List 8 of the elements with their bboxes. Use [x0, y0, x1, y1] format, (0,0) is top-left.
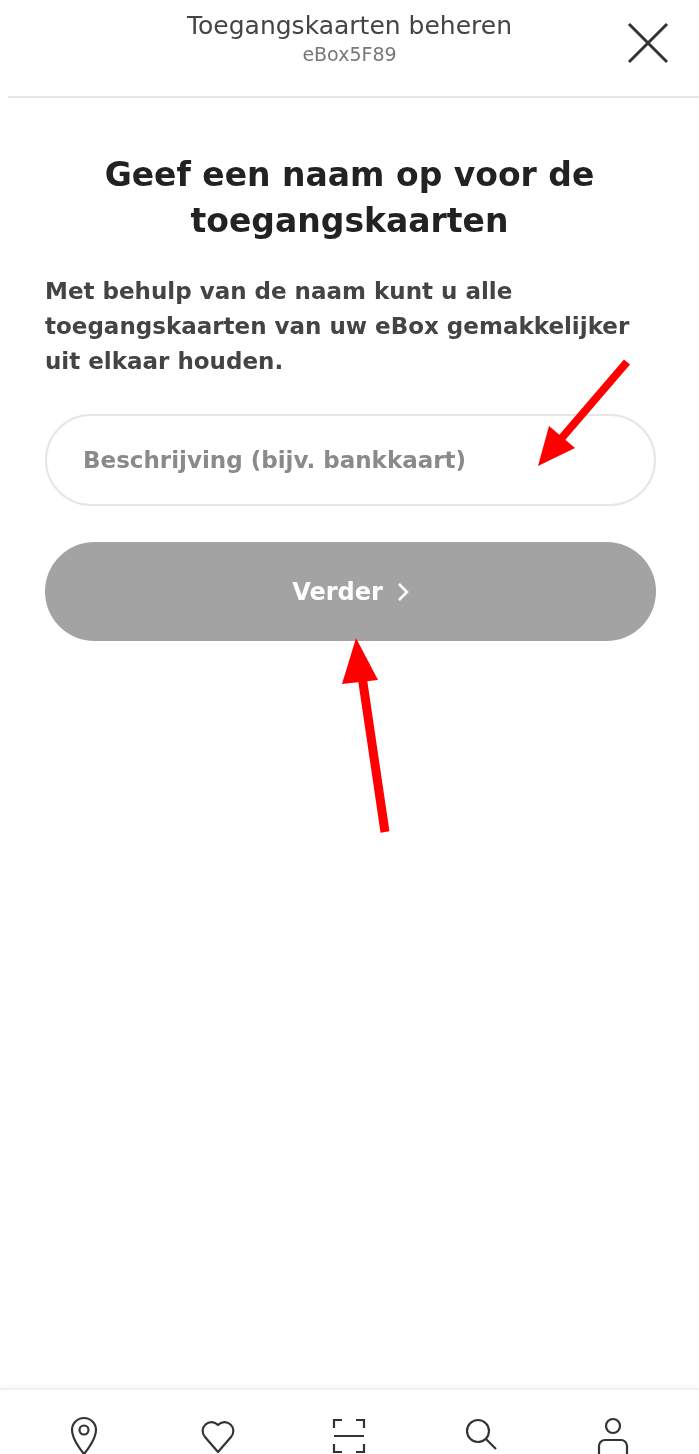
name-input-field[interactable]: Beschrijving (bijv. bankkaart)	[45, 414, 656, 506]
description-text: Met behulp van de naam kunt u alle toegangskaarten van uw eBox gemakkelijker uit elkaar houden.	[45, 277, 631, 376]
header-title: Toegangskaarten beheren	[187, 10, 512, 42]
page-heading: Geef een naam op voor de toegangskaarten	[103, 154, 596, 242]
header-subtitle: eBox5F89	[302, 42, 397, 66]
scan-icon[interactable]	[331, 1416, 368, 1454]
close-icon[interactable]	[627, 22, 669, 64]
chevron-right-icon	[396, 581, 409, 602]
